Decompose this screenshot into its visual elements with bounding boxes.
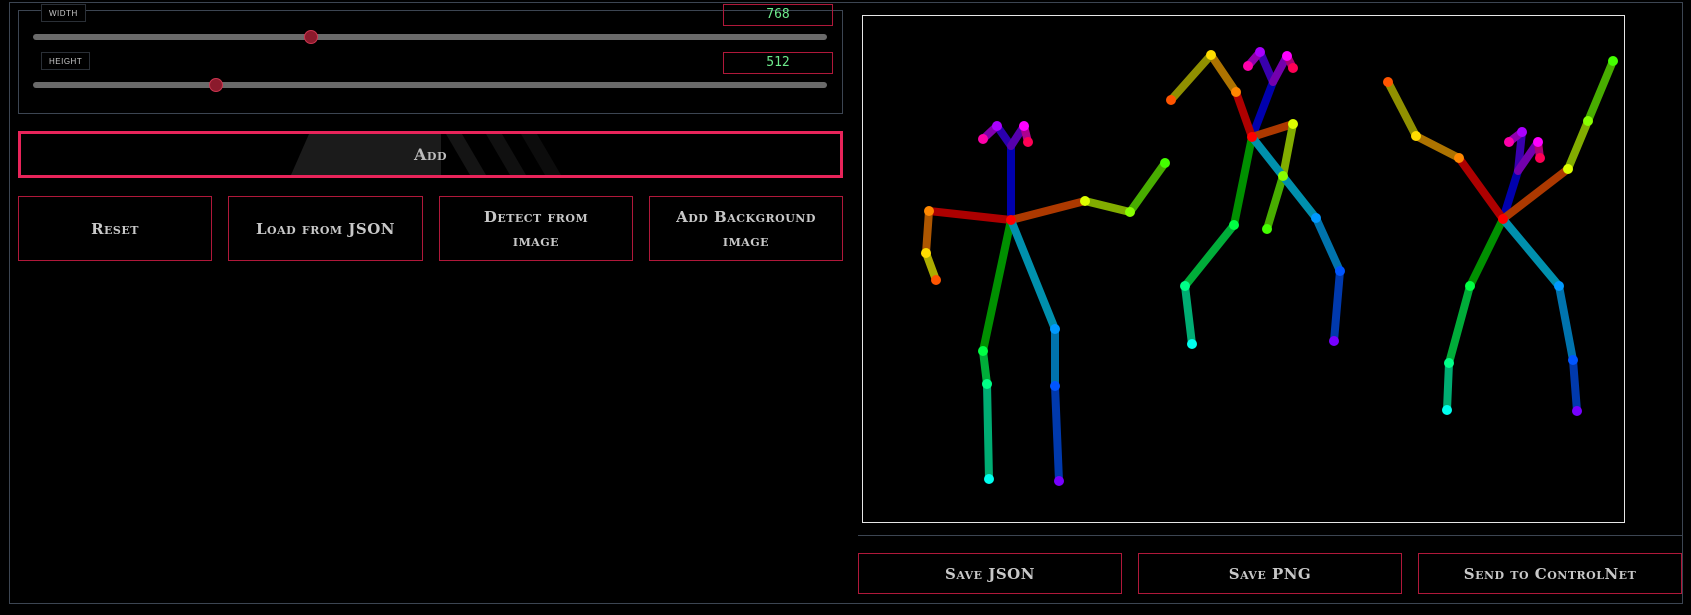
width-value-field[interactable]: 768 (723, 4, 833, 26)
dimension-controls: width 768 height 512 (18, 4, 843, 114)
send-controlnet-label: Send to ControlNet (1463, 564, 1637, 583)
add-button-label: Add (414, 145, 447, 164)
save-png-label: Save PNG (1228, 564, 1312, 583)
height-slider-thumb[interactable] (208, 78, 223, 92)
save-png-button[interactable]: Save PNG (1138, 553, 1402, 594)
height-label: height (41, 52, 91, 70)
load-json-button-label: Load from JSON (255, 219, 396, 238)
height-value-field[interactable]: 512 (723, 52, 833, 74)
width-label: width (41, 4, 86, 22)
pose-figure-1 (922, 122, 1169, 485)
reset-button[interactable]: Reset (18, 196, 212, 261)
add-background-button-label: Add Background image (676, 207, 816, 250)
add-background-image-button[interactable]: Add Background image (649, 196, 843, 261)
detect-from-image-button[interactable]: Detect from image (439, 196, 633, 261)
footer-divider (858, 535, 1682, 536)
pose-figure-2 (1167, 48, 1344, 348)
detect-button-label: Detect from image (483, 207, 589, 250)
load-from-json-button[interactable]: Load from JSON (228, 196, 423, 261)
height-slider[interactable] (33, 78, 827, 92)
reset-button-label: Reset (91, 219, 139, 238)
send-to-controlnet-button[interactable]: Send to ControlNet (1418, 553, 1682, 594)
add-pose-button[interactable]: Add (18, 131, 843, 178)
save-json-label: Save JSON (945, 564, 1035, 583)
pose-figure-3 (1384, 57, 1617, 415)
pose-skeleton-drawing[interactable] (863, 16, 1624, 522)
save-json-button[interactable]: Save JSON (858, 553, 1122, 594)
pose-canvas[interactable] (862, 15, 1625, 523)
width-slider[interactable] (33, 30, 827, 44)
width-slider-thumb[interactable] (303, 30, 318, 44)
